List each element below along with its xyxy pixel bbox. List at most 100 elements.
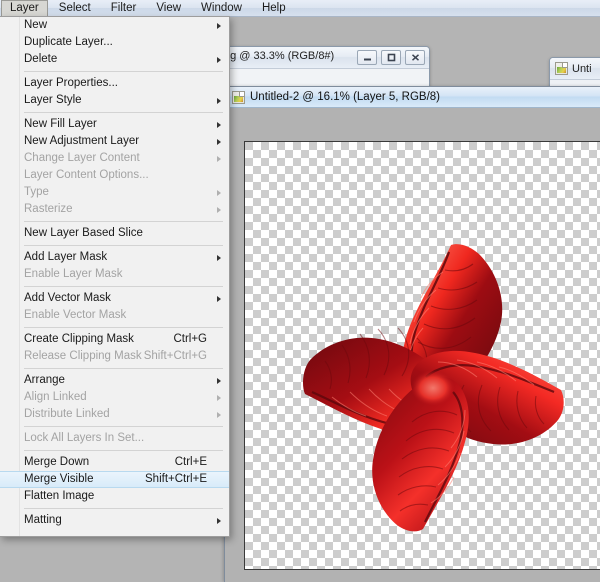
- menu-item-enable-vector-mask: Enable Vector Mask: [0, 307, 229, 324]
- menubar-item-view[interactable]: View: [147, 0, 190, 17]
- menu-item-arrange[interactable]: Arrange: [0, 372, 229, 389]
- menu-item-label: Release Clipping Mask: [24, 350, 142, 362]
- menu-separator: [24, 426, 223, 427]
- menu-item-new[interactable]: New: [0, 17, 229, 34]
- menu-separator: [24, 112, 223, 113]
- menu-item-label: Distribute Linked: [24, 408, 110, 420]
- menu-item-layer-content-options: Layer Content Options...: [0, 167, 229, 184]
- menu-item-change-layer-content: Change Layer Content: [0, 150, 229, 167]
- artwork-four-leaf-rosette: [299, 242, 567, 532]
- menu-item-label: Layer Content Options...: [24, 169, 149, 181]
- menu-item-label: Lock All Layers In Set...: [24, 432, 145, 444]
- menu-item-label: Flatten Image: [24, 490, 95, 502]
- minimize-icon[interactable]: [357, 50, 377, 65]
- menu-separator: [24, 71, 223, 72]
- menubar-item-help[interactable]: Help: [253, 0, 295, 17]
- menu-item-label: Align Linked: [24, 391, 87, 403]
- menu-item-label: New Adjustment Layer: [24, 135, 140, 147]
- window-controls-background: [357, 50, 425, 65]
- menu-item-create-clipping-mask[interactable]: Create Clipping Mask Ctrl+G: [0, 331, 229, 348]
- menu-item-merge-visible[interactable]: Merge Visible Shift+Ctrl+E: [0, 471, 229, 488]
- image-canvas[interactable]: [244, 141, 600, 570]
- menu-item-label: Layer Properties...: [24, 77, 118, 89]
- submenu-arrow-icon: [217, 411, 221, 418]
- menu-item-label: Enable Layer Mask: [24, 268, 123, 280]
- menubar-item-select[interactable]: Select: [50, 0, 100, 17]
- submenu-arrow-icon: [217, 295, 221, 302]
- menu-item-shortcut: Shift+Ctrl+E: [145, 473, 207, 485]
- layer-menu-dropdown[interactable]: New Duplicate Layer... Delete Layer Propert…: [0, 16, 230, 537]
- menu-item-new-fill-layer[interactable]: New Fill Layer: [0, 116, 229, 133]
- maximize-icon[interactable]: [381, 50, 401, 65]
- submenu-arrow-icon: [217, 517, 221, 524]
- document-window-right-titlebar[interactable]: Unti: [550, 58, 600, 80]
- menu-item-label: Enable Vector Mask: [24, 309, 127, 321]
- menu-item-label: Type: [24, 186, 49, 198]
- menu-item-label: Merge Down: [24, 456, 90, 468]
- photoshop-document-icon: [555, 62, 568, 75]
- menu-separator: [24, 221, 223, 222]
- menu-separator: [24, 450, 223, 451]
- submenu-arrow-icon: [217, 56, 221, 63]
- submenu-arrow-icon: [217, 394, 221, 401]
- menu-item-shortcut: Ctrl+E: [174, 456, 207, 468]
- menu-item-new-adjustment-layer[interactable]: New Adjustment Layer: [0, 133, 229, 150]
- menu-item-new-layer-based-slice[interactable]: New Layer Based Slice: [0, 225, 229, 242]
- submenu-arrow-icon: [217, 189, 221, 196]
- menu-item-shortcut: Shift+Ctrl+G: [143, 350, 207, 362]
- menu-item-label: Matting: [24, 514, 62, 526]
- menu-item-align-linked: Align Linked: [0, 389, 229, 406]
- menu-item-add-layer-mask[interactable]: Add Layer Mask: [0, 249, 229, 266]
- document-window-active-title: Untitled-2 @ 16.1% (Layer 5, RGB/8): [250, 91, 441, 103]
- photoshop-document-icon: [232, 90, 245, 104]
- menu-item-label: Delete: [24, 53, 58, 65]
- document-window-active-body: [225, 108, 600, 582]
- menu-item-label: Rasterize: [24, 203, 73, 215]
- submenu-arrow-icon: [217, 97, 221, 104]
- menu-item-enable-layer-mask: Enable Layer Mask: [0, 266, 229, 283]
- menu-item-label: Merge Visible: [24, 473, 94, 485]
- menu-item-add-vector-mask[interactable]: Add Vector Mask: [0, 290, 229, 307]
- document-window-background-titlebar[interactable]: pg @ 33.3% (RGB/8#): [216, 47, 429, 69]
- menu-item-shortcut: Ctrl+G: [173, 333, 207, 345]
- layer-menu-items: New Duplicate Layer... Delete Layer Propert…: [0, 17, 229, 529]
- close-icon[interactable]: [405, 50, 425, 65]
- submenu-arrow-icon: [217, 155, 221, 162]
- menu-item-delete[interactable]: Delete: [0, 51, 229, 68]
- menu-item-duplicate-layer[interactable]: Duplicate Layer...: [0, 34, 229, 51]
- document-window-active-titlebar[interactable]: Untitled-2 @ 16.1% (Layer 5, RGB/8): [225, 87, 600, 108]
- document-window-active[interactable]: Untitled-2 @ 16.1% (Layer 5, RGB/8): [224, 86, 600, 582]
- document-window-background-title: pg @ 33.3% (RGB/8#): [224, 50, 335, 62]
- menu-separator: [24, 286, 223, 287]
- menu-item-matting[interactable]: Matting: [0, 512, 229, 529]
- menu-item-release-clipping-mask: Release Clipping Mask Shift+Ctrl+G: [0, 348, 229, 365]
- document-window-right-title: Unti: [572, 62, 592, 75]
- menu-item-layer-properties[interactable]: Layer Properties...: [0, 75, 229, 92]
- submenu-arrow-icon: [217, 254, 221, 261]
- menu-item-rasterize: Rasterize: [0, 201, 229, 218]
- menu-item-label: Create Clipping Mask: [24, 333, 134, 345]
- menu-item-merge-down[interactable]: Merge Down Ctrl+E: [0, 454, 229, 471]
- menu-item-label: New Fill Layer: [24, 118, 97, 130]
- menu-item-flatten-image[interactable]: Flatten Image: [0, 488, 229, 505]
- menu-item-label: Add Layer Mask: [24, 251, 108, 263]
- menu-item-label: Change Layer Content: [24, 152, 140, 164]
- menu-item-distribute-linked: Distribute Linked: [0, 406, 229, 423]
- submenu-arrow-icon: [217, 138, 221, 145]
- menu-item-label: New Layer Based Slice: [24, 227, 143, 239]
- menu-item-label: Arrange: [24, 374, 65, 386]
- menu-separator: [24, 508, 223, 509]
- menu-item-layer-style[interactable]: Layer Style: [0, 92, 229, 109]
- menu-separator: [24, 245, 223, 246]
- menu-item-label: Layer Style: [24, 94, 82, 106]
- menu-separator: [24, 327, 223, 328]
- submenu-arrow-icon: [217, 121, 221, 128]
- submenu-arrow-icon: [217, 22, 221, 29]
- menubar-item-window[interactable]: Window: [192, 0, 251, 17]
- menubar-item-layer[interactable]: Layer: [1, 0, 48, 17]
- menubar-item-filter[interactable]: Filter: [102, 0, 146, 17]
- menu-bar: Layer Select Filter View Window Help: [0, 0, 600, 17]
- menu-item-type: Type: [0, 184, 229, 201]
- menu-item-label: New: [24, 19, 48, 31]
- submenu-arrow-icon: [217, 377, 221, 384]
